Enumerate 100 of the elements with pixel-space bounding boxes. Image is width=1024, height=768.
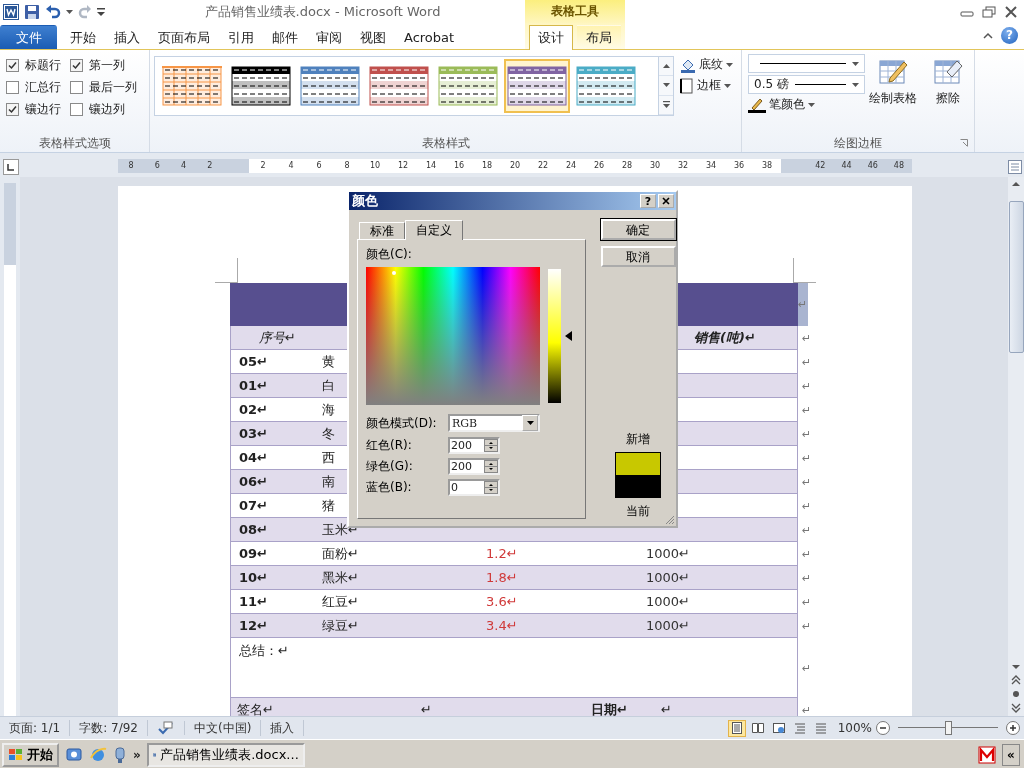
ribbon-tab[interactable]: 页面布局 — [149, 25, 219, 49]
restore-icon[interactable] — [982, 6, 996, 18]
table-cell-text: 04↵ — [238, 448, 268, 467]
checkbox-option[interactable]: 标题行 — [6, 54, 70, 76]
ribbon-tab[interactable]: 引用 — [219, 25, 263, 49]
page-count[interactable]: 页面: 1/1 — [0, 720, 71, 736]
customize-toolbar-icon[interactable] — [97, 7, 105, 17]
number-spinner-field[interactable]: 200 — [448, 458, 500, 475]
spinner-arrows-icon[interactable] — [484, 481, 498, 494]
scroll-up-icon[interactable] — [1010, 179, 1022, 189]
dialog-tab[interactable]: 标准 — [359, 222, 405, 239]
tab-selector-button[interactable] — [3, 159, 19, 175]
media-icon[interactable] — [113, 746, 127, 764]
language-indicator[interactable]: 中文(中国) — [185, 720, 262, 736]
ruler-number: 12 — [396, 160, 410, 172]
checkbox[interactable] — [6, 80, 19, 94]
end-of-row-mark: ↵ — [801, 570, 813, 587]
swatch-label: 新增 — [626, 431, 651, 448]
ribbon-tab[interactable]: 文件 — [0, 25, 57, 49]
eraser-button[interactable]: 擦除 — [921, 50, 974, 134]
ruler-toggle-icon[interactable] — [1008, 160, 1022, 174]
checkbox-option[interactable]: 第一列 — [70, 54, 148, 76]
zoom-in-button[interactable] — [1006, 721, 1020, 735]
luminance-bar[interactable] — [548, 269, 561, 403]
ribbon-tab[interactable]: Acrobat — [395, 25, 464, 49]
gallery-down-button[interactable] — [659, 76, 673, 96]
resize-grip-icon[interactable] — [665, 515, 675, 525]
color-mode-dropdown[interactable]: RGB — [448, 414, 540, 432]
gallery-up-button[interactable] — [659, 57, 673, 77]
checkbox[interactable] — [6, 58, 19, 72]
browse-object-icon[interactable] — [1010, 688, 1022, 700]
proofing-icon[interactable] — [157, 721, 175, 735]
insert-mode-indicator[interactable]: 插入 — [261, 720, 305, 736]
table-style-thumbnail[interactable] — [504, 59, 570, 113]
ribbon-tab[interactable]: 开始 — [61, 25, 105, 49]
left-tab-icon — [7, 163, 15, 171]
checkbox-option[interactable]: 镶边行 — [6, 98, 70, 120]
start-button[interactable]: 开始 — [2, 743, 59, 767]
expand-tray-button[interactable]: « — [1002, 744, 1020, 766]
tray-app-icon[interactable] — [978, 746, 996, 764]
cancel-button[interactable]: 取消 — [600, 246, 676, 267]
more-icons-chevron[interactable]: » — [133, 748, 141, 762]
view-button[interactable] — [727, 719, 746, 737]
shading-button[interactable]: 底纹 — [680, 56, 733, 73]
table-cell-text: 06↵ — [238, 472, 268, 491]
pen-color-button[interactable]: 笔颜色 — [748, 96, 866, 113]
zoom-slider-thumb[interactable] — [945, 721, 952, 735]
ribbon-tab[interactable]: 视图 — [351, 25, 395, 49]
table-cell-text: 西 — [321, 448, 335, 467]
checkbox[interactable] — [70, 80, 83, 94]
word-count[interactable]: 字数: 7/92 — [70, 720, 148, 736]
number-spinner-field[interactable]: 200 — [448, 437, 500, 454]
dropdown-arrow-icon[interactable] — [526, 421, 534, 425]
line-weight-dropdown[interactable]: 0.5 磅 — [748, 75, 866, 94]
borders-button[interactable]: 边框 — [680, 77, 733, 94]
ribbon-tab[interactable]: 审阅 — [307, 25, 351, 49]
color-spectrum[interactable] — [366, 267, 540, 405]
table-cell-text: 1000↵ — [645, 592, 690, 611]
ribbon-tab[interactable]: 设计 — [529, 25, 573, 50]
spinner-arrows-icon[interactable] — [484, 439, 498, 452]
ruler-number: 30 — [648, 160, 662, 172]
checkbox-option[interactable]: 汇总行 — [6, 76, 70, 98]
ruler-number: 2 — [206, 160, 214, 172]
close-button[interactable] — [658, 194, 674, 208]
number-spinner-field[interactable]: 0 — [448, 479, 500, 496]
desktop-icon[interactable] — [65, 746, 83, 764]
zoom-out-button[interactable] — [876, 721, 890, 735]
dialog-tab[interactable]: 自定义 — [405, 220, 463, 240]
save-icon[interactable] — [24, 4, 40, 20]
scroll-down-icon[interactable] — [1010, 662, 1022, 672]
pointer-arrow-icon[interactable] — [565, 331, 572, 341]
line-style-dropdown[interactable] — [748, 54, 866, 73]
zoom-level[interactable]: 100% — [837, 721, 872, 735]
end-of-row-mark: ↵ — [801, 702, 813, 716]
horizontal-ruler[interactable]: 8 6 4 2 2 4 6 8 10 12 14 16 18 20 22 24 26 28 30 32 34 36 38 42 44 46 48 — [118, 159, 912, 173]
checkbox-option[interactable]: 镶边列 — [70, 98, 148, 120]
spinner-arrows-icon[interactable] — [484, 460, 498, 473]
table-cell-text: 12↵ — [238, 616, 268, 635]
help-button[interactable]: ? — [640, 194, 656, 208]
scrollbar-thumb[interactable] — [1008, 201, 1024, 353]
checkbox[interactable] — [70, 102, 83, 116]
checkbox[interactable] — [6, 102, 19, 116]
gallery-more-button[interactable] — [659, 95, 673, 115]
ok-button[interactable]: 确定 — [600, 219, 676, 240]
ribbon-tab[interactable]: 邮件 — [263, 25, 307, 49]
draw-table-button[interactable]: 绘制表格 — [865, 50, 922, 134]
checkbox[interactable] — [70, 58, 83, 72]
table-cell-text: 01↵ — [238, 376, 268, 395]
contextual-tab-group: 表格工具 — [525, 0, 625, 24]
taskbar-button[interactable]: 产品销售业绩表.docx... — [146, 743, 305, 767]
dialog-launcher-icon[interactable] — [960, 139, 968, 147]
ribbon-tab[interactable]: 插入 — [105, 25, 149, 49]
collapse-ribbon-icon[interactable] — [983, 31, 993, 40]
end-of-row-mark: ↵ — [801, 546, 813, 563]
previous-page-icon[interactable] — [1010, 674, 1022, 686]
close-icon[interactable] — [1004, 6, 1018, 18]
end-of-row-mark: ↵ — [801, 474, 813, 491]
pen-icon — [748, 96, 766, 113]
checkbox-option[interactable]: 最后一列 — [70, 76, 148, 98]
undo-icon[interactable] — [45, 4, 61, 20]
